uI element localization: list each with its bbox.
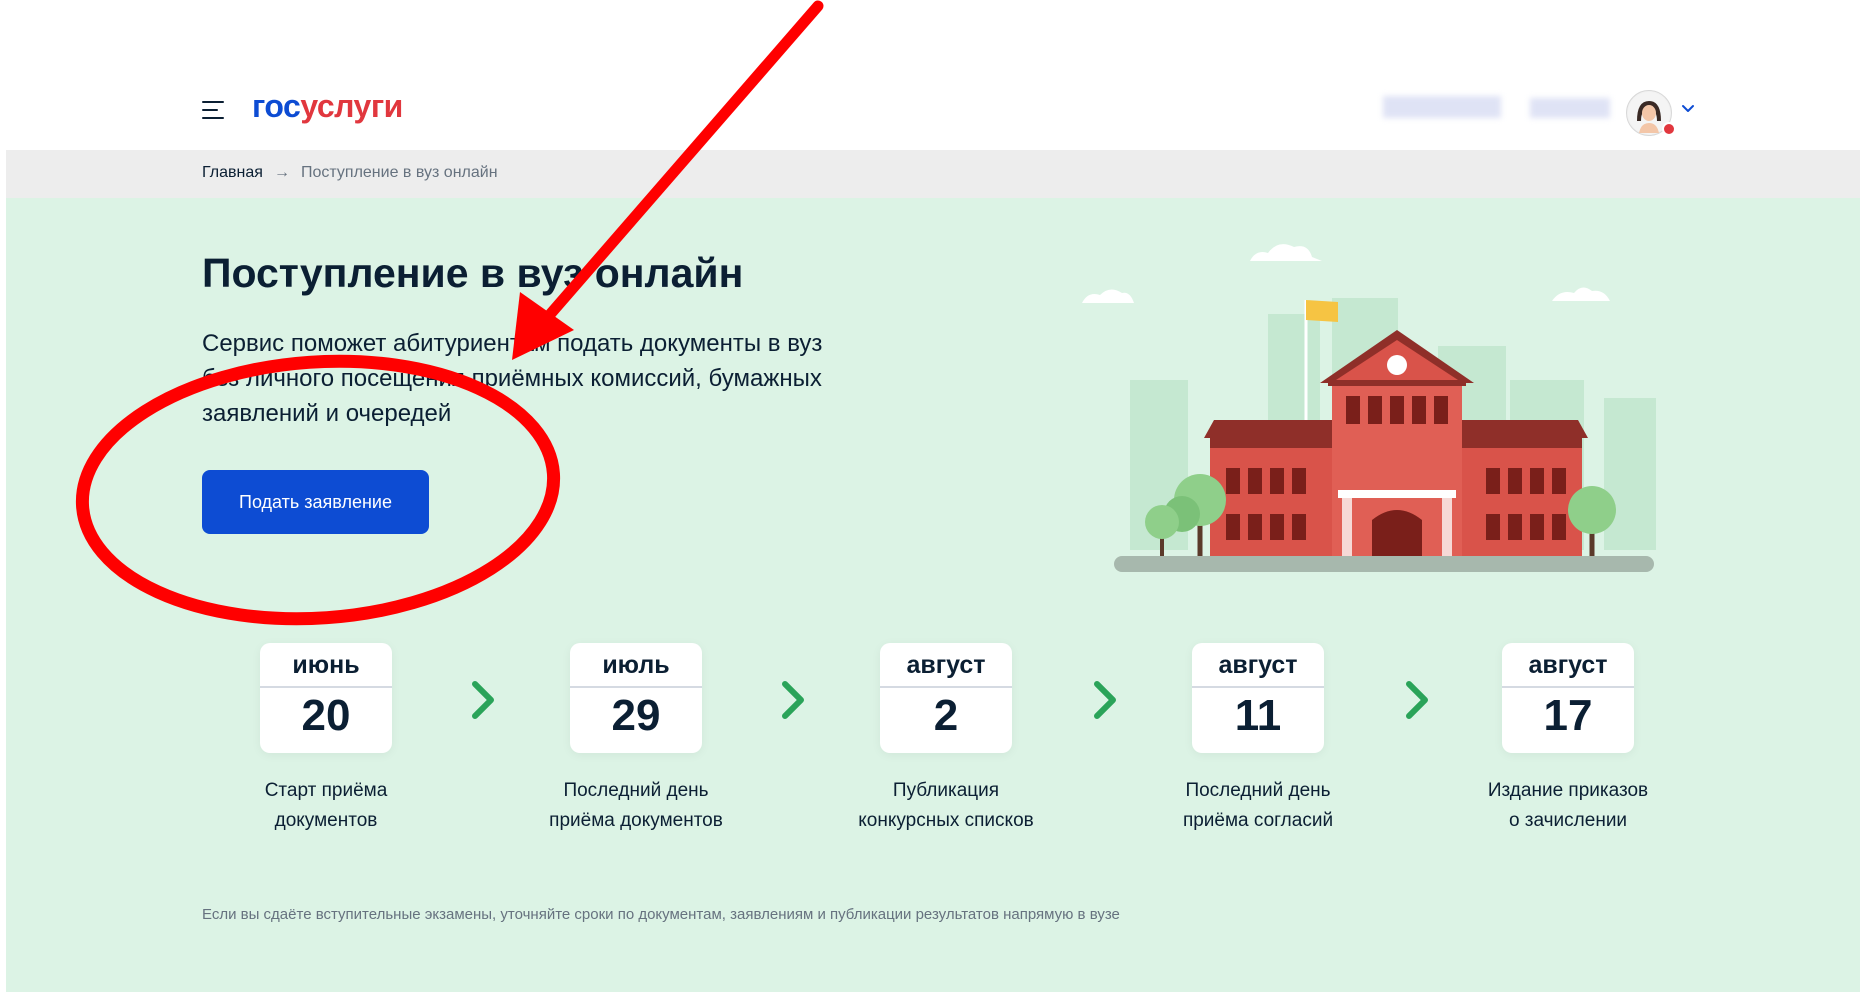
chevron-down-icon[interactable] [1680,100,1696,116]
burger-menu-icon[interactable] [202,99,228,121]
page-title: Поступление в вуз онлайн [202,250,744,296]
page-description: Сервис поможет абитуриентам подать докум… [202,330,823,427]
university-building-illustration [1082,244,1656,572]
timeline-day: 11 [1234,691,1282,740]
timeline-caption-line1: Публикация [892,780,1000,801]
timeline-month: август [1528,651,1608,679]
timeline-caption: Старт приёма документов [206,776,446,836]
card-divider [570,686,702,688]
logo-part-uslugi: услуги [300,88,403,124]
chevron-right-icon [472,681,494,719]
card-divider [1502,686,1634,688]
logo-part-gos: гос [252,88,301,124]
site-header: госуслуги [0,0,1860,150]
timeline-date-card: август 2 [880,643,1012,753]
timeline-month: август [906,651,986,679]
timeline-month: июнь [292,651,360,679]
timeline-day: 20 [301,691,351,740]
timeline-caption-line2: приёма согласий [1182,810,1334,831]
user-name-blurred-2 [1530,98,1610,118]
footnote-text: Если вы сдаёте вступительные экзамены, у… [202,906,1120,923]
timeline-caption-line2: документов [274,810,378,831]
timeline-date-card: июль 29 [570,643,702,753]
notification-dot [1662,122,1676,136]
timeline-caption-line1: Издание приказов [1487,780,1649,801]
timeline-day: 17 [1543,691,1593,740]
chevron-right-icon [1094,681,1116,719]
timeline-day: 2 [933,691,959,740]
timeline-date-card: август 17 [1502,643,1634,753]
timeline-caption-line1: Последний день [1185,780,1331,801]
timeline-caption-line2: приёма документов [549,810,723,831]
card-divider [880,686,1012,688]
gosuslugi-logo[interactable]: госуслуги [252,88,403,125]
card-divider [260,686,392,688]
timeline-caption-line1: Старт приёма [264,780,388,801]
timeline-month: июль [602,651,670,679]
timeline-date-card: июнь 20 [260,643,392,753]
submit-application-button[interactable]: Подать заявление [202,470,429,534]
breadcrumb-home-link[interactable]: Главная [202,164,263,182]
timeline-caption-line2: о зачислении [1508,810,1628,831]
timeline-caption-line2: конкурсных списков [858,810,1034,831]
timeline-caption: Последний день приёма документов [516,776,756,836]
card-divider [1192,686,1324,688]
timeline-caption: Публикация конкурсных списков [826,776,1066,836]
timeline-caption-line1: Последний день [563,780,709,801]
user-name-blurred [1383,96,1501,118]
chevron-right-icon [1406,681,1428,719]
timeline-caption: Последний день приёма согласий [1138,776,1378,836]
chevron-right-icon [782,681,804,719]
timeline-caption: Издание приказов о зачислении [1448,776,1688,836]
timeline-day: 29 [611,691,661,740]
timeline-month: август [1218,651,1298,679]
timeline-date-card: август 11 [1192,643,1324,753]
breadcrumb-current: Поступление в вуз онлайн [301,164,498,181]
breadcrumb-arrow-icon: → [274,164,290,181]
